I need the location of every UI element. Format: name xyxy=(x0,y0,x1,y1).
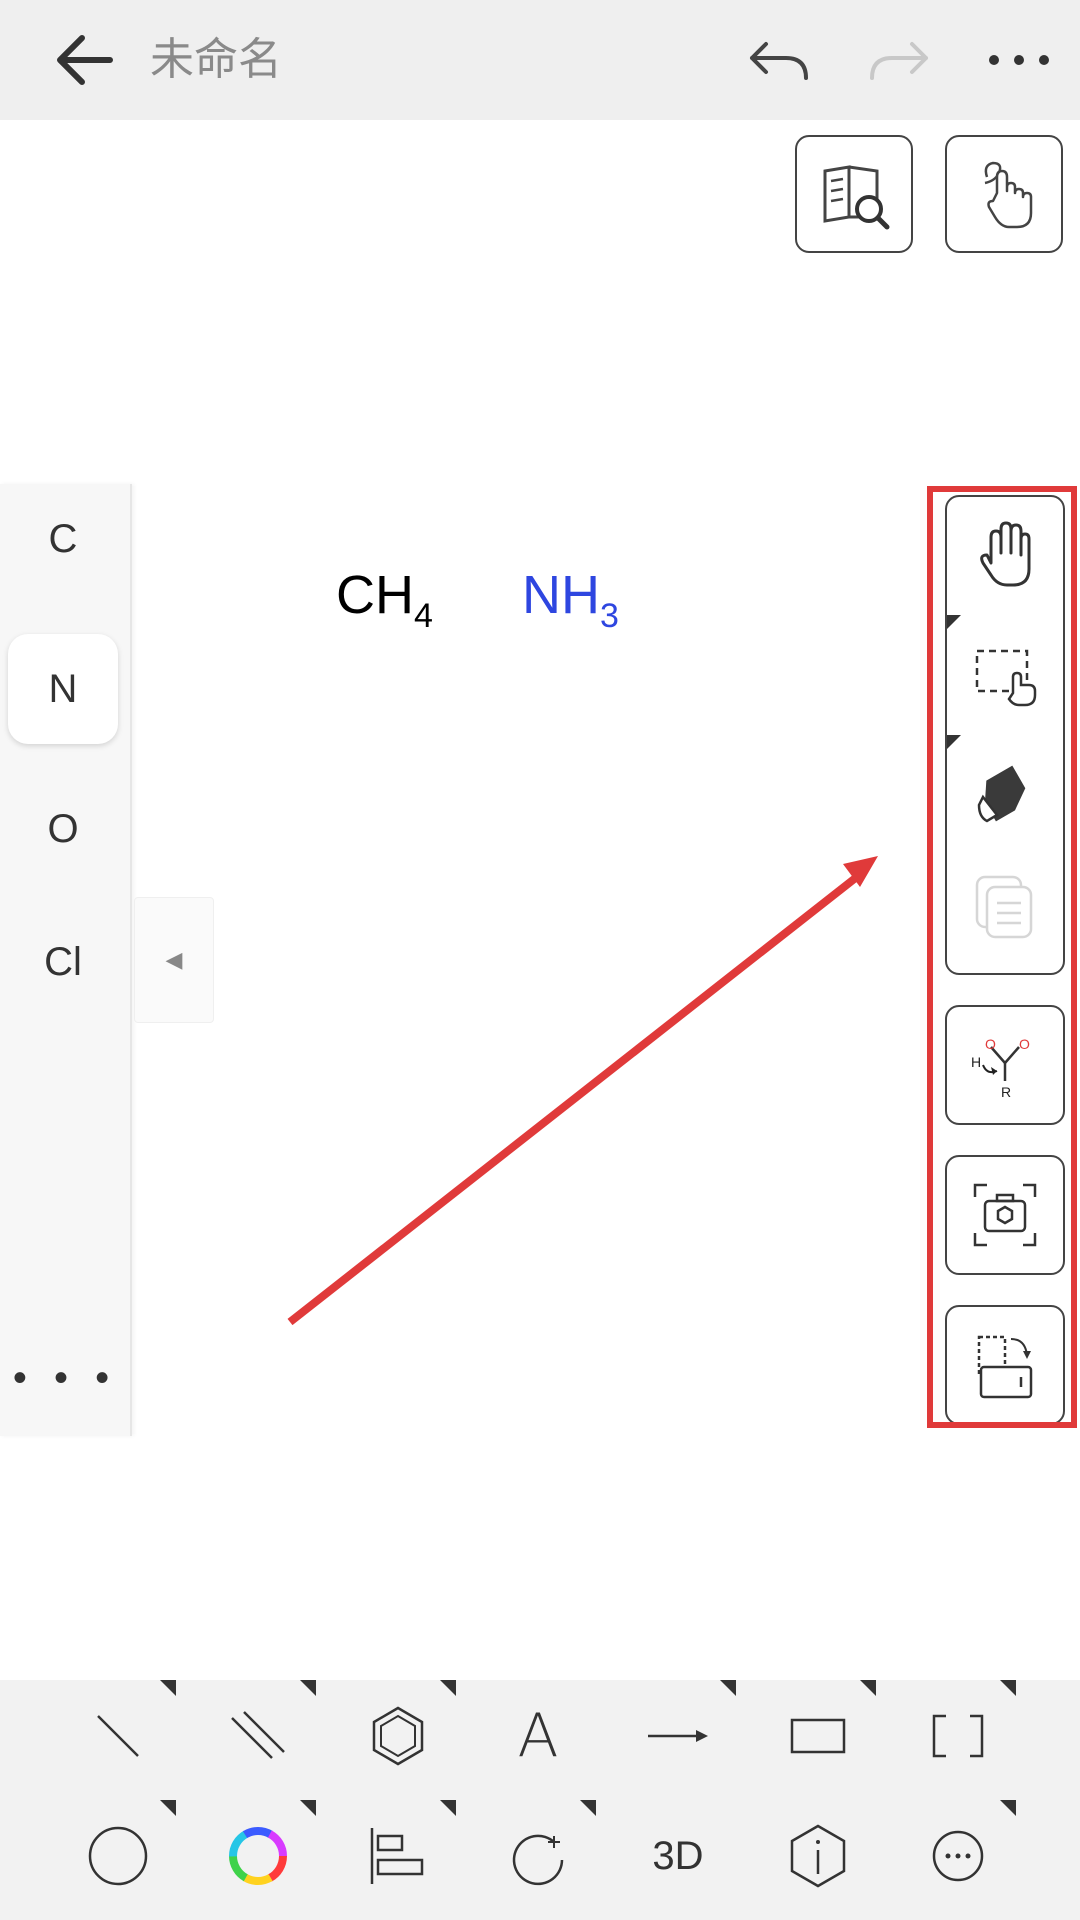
submenu-indicator-icon xyxy=(440,1800,456,1816)
submenu-indicator-icon xyxy=(160,1680,176,1696)
submenu-indicator-icon xyxy=(440,1680,456,1696)
submenu-indicator-icon xyxy=(720,1680,736,1696)
circle-icon[interactable] xyxy=(68,1806,168,1906)
info-hexagon-icon[interactable] xyxy=(768,1806,868,1906)
double-bond-icon[interactable] xyxy=(208,1686,308,1786)
submenu-indicator-icon xyxy=(580,1800,596,1816)
annotation-highlight-box xyxy=(927,486,1077,1428)
submenu-indicator-icon xyxy=(860,1680,876,1696)
submenu-indicator-icon xyxy=(300,1800,316,1816)
arrow-icon[interactable] xyxy=(628,1686,728,1786)
benzene-ring-icon[interactable] xyxy=(348,1686,448,1786)
submenu-indicator-icon xyxy=(300,1680,316,1696)
submenu-indicator-icon xyxy=(1000,1800,1016,1816)
align-icon[interactable] xyxy=(348,1806,448,1906)
submenu-indicator-icon xyxy=(1000,1680,1016,1696)
rectangle-icon[interactable] xyxy=(768,1686,868,1786)
single-bond-icon[interactable] xyxy=(68,1686,168,1786)
annotation-arrow xyxy=(287,856,878,1326)
rotate-add-icon[interactable] xyxy=(488,1806,588,1906)
text-icon[interactable]: A xyxy=(488,1686,588,1786)
bottom-toolbar: A 3D xyxy=(0,1680,1080,1920)
more-circle-icon[interactable] xyxy=(908,1806,1008,1906)
3d-icon[interactable]: 3D xyxy=(628,1806,728,1906)
bracket-icon[interactable] xyxy=(908,1686,1008,1786)
submenu-indicator-icon xyxy=(160,1800,176,1816)
color-wheel-icon[interactable] xyxy=(208,1806,308,1906)
